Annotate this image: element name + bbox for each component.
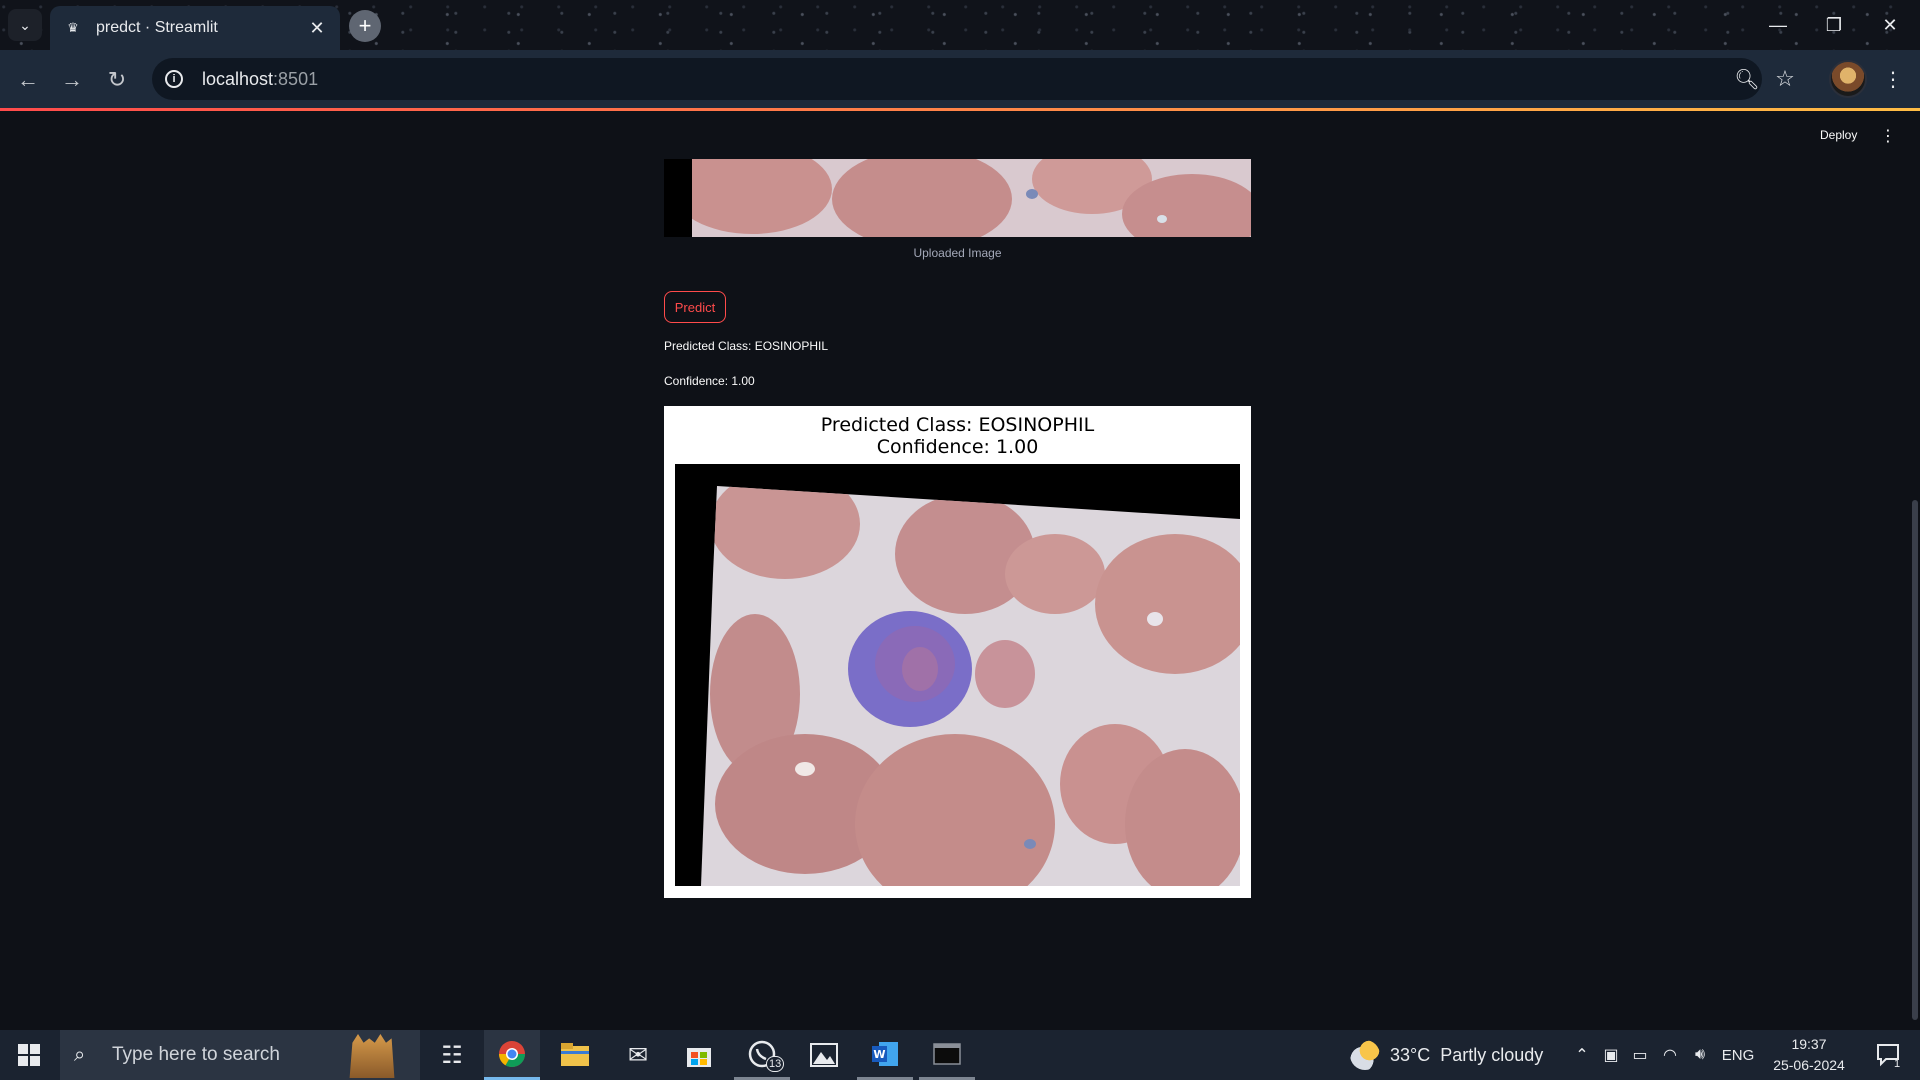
- url-host: localhost: [202, 68, 274, 89]
- url-port: :8501: [273, 68, 319, 89]
- battery-icon[interactable]: ▭: [1626, 1030, 1654, 1080]
- volume-icon[interactable]: 🔊︎: [1686, 1030, 1714, 1080]
- microsoft-store-icon[interactable]: [671, 1030, 727, 1080]
- mail-icon[interactable]: ✉: [610, 1030, 666, 1080]
- predicted-class-text: Predicted Class: EOSINOPHIL: [664, 339, 829, 353]
- close-tab-icon[interactable]: ✕: [304, 15, 330, 41]
- notification-count: 1: [1894, 1058, 1901, 1070]
- task-view-icon[interactable]: ☷: [424, 1030, 480, 1080]
- site-info-icon[interactable]: i: [160, 65, 188, 93]
- search-icon: ⌕: [74, 1043, 86, 1066]
- windows-start-icon[interactable]: [0, 1030, 58, 1080]
- chevron-up-icon[interactable]: ⌃: [1570, 1030, 1594, 1080]
- tab-search-button[interactable]: ⌄: [8, 9, 42, 41]
- svg-text:W: W: [873, 1048, 885, 1061]
- figure-title: Predicted Class: EOSINOPHIL Confidence: …: [664, 414, 1251, 458]
- reload-icon[interactable]: ↻: [99, 62, 135, 98]
- whatsapp-icon[interactable]: 13: [734, 1030, 790, 1080]
- chrome-icon[interactable]: [484, 1030, 540, 1080]
- file-explorer-icon[interactable]: [547, 1030, 603, 1080]
- figure-title-class: Predicted Class: EOSINOPHIL: [820, 414, 1095, 436]
- zoom-icon[interactable]: 🔍︎: [1730, 62, 1764, 96]
- restore-icon[interactable]: ❐: [1806, 0, 1862, 50]
- tab-title: predct · Streamlit: [96, 19, 218, 36]
- clock-date: 25-06-2024: [1773, 1057, 1845, 1073]
- image-caption: Uploaded Image: [913, 246, 1002, 260]
- profile-avatar[interactable]: [1829, 60, 1867, 98]
- system-clock[interactable]: 19:37 25-06-2024: [1766, 1034, 1852, 1076]
- weather-text: 33°C Partly cloudy: [1390, 1044, 1544, 1065]
- forward-arrow-icon[interactable]: →: [54, 62, 90, 98]
- partly-cloudy-icon: [1350, 1040, 1380, 1070]
- bookmark-star-icon[interactable]: ☆: [1768, 62, 1802, 96]
- deploy-button[interactable]: Deploy: [1820, 128, 1857, 142]
- uploaded-image: [664, 159, 1251, 237]
- figure-title-confidence: Confidence: 1.00: [876, 436, 1039, 458]
- taskbar-search-box[interactable]: ⌕ Type here to search: [60, 1030, 420, 1080]
- wifi-icon[interactable]: ◠: [1656, 1030, 1684, 1080]
- app-menu-icon[interactable]: ⋮: [1878, 126, 1898, 146]
- photos-icon[interactable]: [796, 1030, 852, 1080]
- minimize-icon[interactable]: —: [1750, 0, 1806, 50]
- new-tab-button[interactable]: +: [349, 10, 381, 42]
- back-arrow-icon[interactable]: ←: [10, 62, 46, 98]
- clock-time: 19:37: [1791, 1036, 1827, 1052]
- confidence-text: Confidence: 1.00: [664, 374, 755, 388]
- word-icon[interactable]: W: [857, 1030, 913, 1080]
- close-window-icon[interactable]: ✕: [1862, 0, 1918, 50]
- predict-button[interactable]: Predict: [664, 291, 726, 323]
- streamlit-crown-icon: ♛: [67, 20, 79, 35]
- search-highlight-image: [349, 1034, 395, 1078]
- blood-smear-image: [692, 159, 1251, 237]
- whatsapp-badge: 13: [766, 1056, 785, 1072]
- search-placeholder: Type here to search: [112, 1044, 280, 1065]
- prediction-figure: Predicted Class: EOSINOPHIL Confidence: …: [664, 406, 1251, 898]
- weather-widget[interactable]: 33°C Partly cloudy: [1350, 1030, 1543, 1080]
- browser-tab[interactable]: ♛ predct · Streamlit ✕: [50, 6, 340, 50]
- browser-menu-icon[interactable]: ⋮: [1878, 62, 1908, 96]
- terminal-icon[interactable]: [919, 1030, 975, 1080]
- notification-center-icon[interactable]: 1: [1864, 1030, 1914, 1080]
- address-bar[interactable]: i localhost:8501: [152, 58, 1762, 100]
- blood-smear-image: [675, 464, 1240, 886]
- meet-now-icon[interactable]: ▣: [1598, 1030, 1624, 1080]
- page-scrollbar[interactable]: [1912, 500, 1918, 1020]
- chevron-down-icon: ⌄: [19, 16, 31, 33]
- figure-image: [675, 464, 1240, 886]
- language-indicator[interactable]: ENG: [1718, 1030, 1758, 1080]
